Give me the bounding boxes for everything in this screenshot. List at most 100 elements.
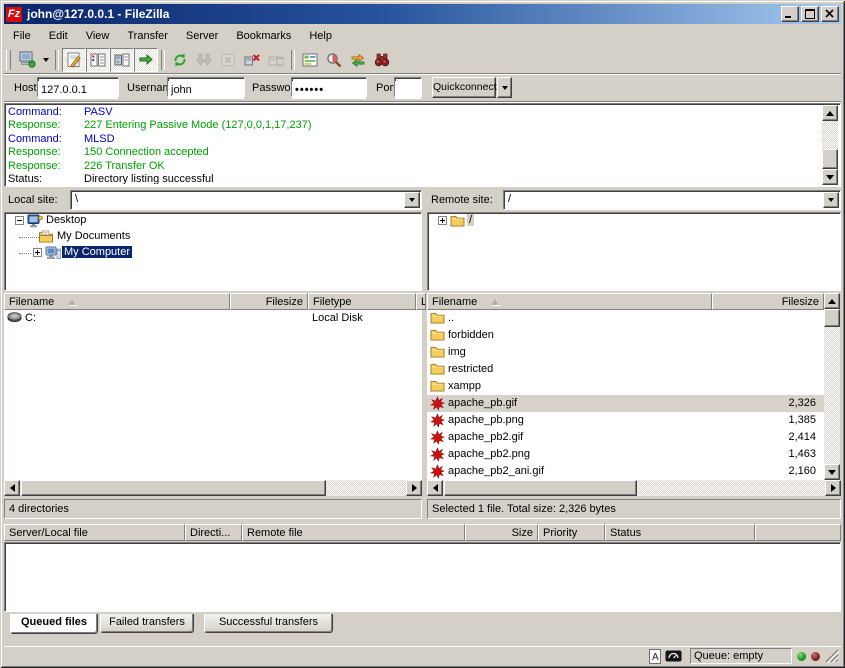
file-name: xampp	[448, 380, 481, 392]
scroll-right-button[interactable]	[825, 480, 841, 496]
scrollbar-track[interactable]	[824, 309, 840, 464]
remote-site-combobox[interactable]: /	[503, 190, 841, 210]
column-header-filename[interactable]: Filename	[4, 293, 230, 310]
menu-transfer[interactable]: Transfer	[118, 28, 177, 44]
quickconnect-dropdown-button[interactable]	[497, 77, 512, 98]
queue-column-priority[interactable]: Priority	[538, 524, 605, 541]
activity-led-green	[797, 652, 806, 661]
host-input[interactable]	[38, 81, 118, 99]
file-row[interactable]: apache_pb2.png1,463	[427, 446, 824, 463]
local-file-list[interactable]: C:Local Disk	[4, 310, 422, 480]
file-row[interactable]: xampp	[427, 378, 824, 395]
refresh-button[interactable]	[168, 48, 192, 72]
file-row[interactable]: apache_pb2.gif2,414	[427, 429, 824, 446]
toggle-queue-button[interactable]	[134, 48, 158, 72]
tree-item[interactable]: /	[428, 213, 840, 229]
chevron-down-icon	[43, 58, 49, 62]
toggle-remote-tree-button[interactable]	[110, 48, 134, 72]
file-row[interactable]: ..	[427, 310, 824, 327]
remote-horizontal-scrollbar[interactable]	[427, 480, 841, 497]
tab-successful-transfers[interactable]: Successful transfers	[204, 614, 333, 633]
menu-bookmarks[interactable]: Bookmarks	[227, 28, 300, 44]
drive-icon	[7, 311, 23, 326]
file-row[interactable]: forbidden	[427, 327, 824, 344]
menu-edit[interactable]: Edit	[40, 28, 77, 44]
collapse-toggle[interactable]	[15, 216, 24, 225]
toggle-local-tree-button[interactable]	[86, 48, 110, 72]
queue-column-directi[interactable]: Directi...	[185, 524, 242, 541]
scroll-up-button[interactable]	[824, 293, 840, 309]
sync-browse-button[interactable]	[346, 48, 370, 72]
close-button[interactable]	[821, 6, 839, 22]
menu-help[interactable]: Help	[300, 28, 341, 44]
menu-file[interactable]: File	[4, 28, 40, 44]
toolbar-dropdown-button[interactable]	[39, 48, 52, 72]
title-bar[interactable]: Fz john@127.0.0.1 - FileZilla	[4, 4, 841, 24]
queue-column-serverlocalfile[interactable]: Server/Local file	[4, 524, 185, 541]
tree-item[interactable]: My Computer	[5, 245, 421, 261]
disconnect-button[interactable]	[240, 48, 264, 72]
chevron-down-button[interactable]	[404, 192, 420, 208]
scroll-left-button[interactable]	[427, 480, 443, 496]
column-header-filetype[interactable]: Filetype	[308, 293, 416, 310]
chevron-down-button[interactable]	[823, 192, 839, 208]
maximize-button[interactable]	[801, 6, 819, 22]
expand-toggle[interactable]	[438, 216, 447, 225]
scrollbar-thumb[interactable]	[21, 480, 326, 496]
port-input[interactable]	[395, 81, 421, 99]
local-horizontal-scrollbar[interactable]	[4, 480, 422, 497]
file-row[interactable]: img	[427, 344, 824, 361]
scrollbar-thumb[interactable]	[444, 480, 637, 496]
tree-item[interactable]: My Documents	[5, 229, 421, 245]
tab-queued-files[interactable]: Queued files	[10, 614, 98, 634]
scroll-right-button[interactable]	[406, 480, 422, 496]
password-input[interactable]	[292, 81, 366, 99]
remote-directory-tree[interactable]: /	[427, 212, 841, 291]
file-row[interactable]: apache_pb.png1,385	[427, 412, 824, 429]
scroll-down-button[interactable]	[822, 169, 838, 185]
resize-grip[interactable]	[825, 649, 839, 663]
column-header-label: Size	[512, 527, 533, 539]
toolbar-grip[interactable]	[6, 50, 11, 70]
speed-limit-icon[interactable]	[665, 650, 682, 662]
queue-list[interactable]	[4, 542, 841, 612]
username-input[interactable]	[168, 81, 244, 99]
menu-server[interactable]: Server	[177, 28, 227, 44]
file-row[interactable]: restricted	[427, 361, 824, 378]
quickconnect-button[interactable]: Quickconnect	[432, 77, 496, 98]
column-header-l[interactable]: L	[416, 293, 426, 310]
queue-column-remotefile[interactable]: Remote file	[242, 524, 465, 541]
queue-column-size[interactable]: Size	[465, 524, 538, 541]
local-directory-tree[interactable]: Desktop My DocumentsMy Computer	[4, 212, 422, 291]
menu-view[interactable]: View	[77, 28, 119, 44]
tree-item[interactable]: Desktop	[5, 213, 421, 229]
scrollbar-thumb[interactable]	[824, 309, 840, 327]
site-manager-button[interactable]	[15, 48, 39, 72]
scroll-left-button[interactable]	[4, 480, 20, 496]
minimize-button[interactable]	[781, 6, 799, 22]
toggle-log-button[interactable]	[62, 48, 86, 72]
scroll-down-button[interactable]	[824, 464, 840, 480]
file-row[interactable]: C:Local Disk	[4, 310, 422, 327]
remote-vertical-scrollbar[interactable]	[824, 293, 841, 480]
transfer-type-ascii-icon[interactable]: A	[648, 649, 662, 664]
column-header-filename[interactable]: Filename	[427, 293, 712, 310]
filter-button[interactable]	[298, 48, 322, 72]
column-header-filesize[interactable]: Filesize	[712, 293, 824, 310]
scroll-up-button[interactable]	[822, 105, 838, 121]
remote-file-list[interactable]: ..forbiddenimgrestricted xampp apache_pb.g…	[427, 310, 824, 480]
log-scrollbar[interactable]	[822, 105, 839, 185]
scrollbar-thumb[interactable]	[822, 149, 838, 169]
expand-toggle[interactable]	[33, 248, 42, 257]
queue-column-status[interactable]: Status	[605, 524, 755, 541]
find-button[interactable]	[370, 48, 394, 72]
column-header-filesize[interactable]: Filesize	[230, 293, 308, 310]
file-row[interactable]: apache_pb2_ani.gif2,160	[427, 463, 824, 480]
log-line-label: Response:	[8, 160, 84, 173]
local-site-combobox[interactable]: \	[70, 190, 422, 210]
file-row[interactable]: apache_pb.gif2,326	[427, 395, 824, 412]
tab-failed-transfers[interactable]: Failed transfers	[100, 614, 194, 633]
tree-item-label: Desktop	[44, 214, 88, 226]
cancel-icon	[220, 52, 236, 68]
compare-button[interactable]	[322, 48, 346, 72]
